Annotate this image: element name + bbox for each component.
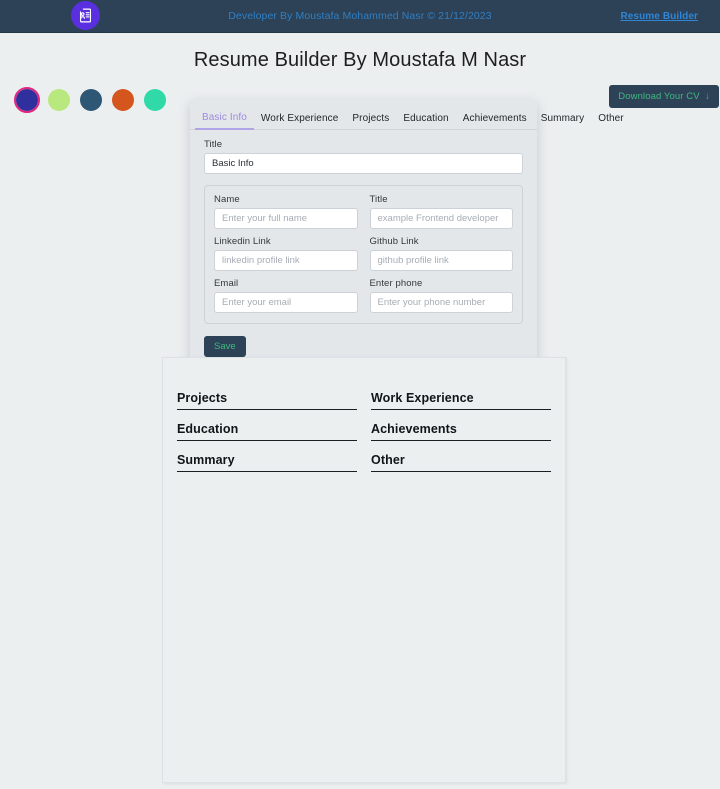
field-input[interactable] [214, 208, 358, 229]
cv-section-other: Other [371, 453, 551, 472]
field-input[interactable] [369, 292, 513, 313]
arrow-down-icon: ↓ [702, 91, 710, 102]
download-cv-button[interactable]: Download Your CV ↓ [609, 85, 719, 108]
page-title: Resume Builder By Moustafa M Nasr [193, 49, 527, 71]
save-button[interactable]: Save [204, 336, 246, 357]
form-tab-bar: Basic Info Work Experience Projects Educati… [190, 99, 624, 130]
field-input[interactable] [214, 250, 358, 271]
field-label: Linkedin Link [214, 236, 271, 247]
theme-swatch-orange[interactable] [112, 89, 134, 111]
basic-info-grid: Name Title Linkedin Link Github Link Email En… [214, 194, 513, 313]
tab-summary[interactable]: Summary [534, 107, 591, 129]
field-input[interactable] [369, 208, 513, 229]
cv-section-work-experience: Work Experience [371, 391, 551, 410]
form-field-github-link: Github Link [369, 236, 513, 271]
field-label: Email [214, 278, 239, 289]
cv-section-achievements: Achievements [371, 422, 551, 441]
download-cv-label: Download Your CV [618, 91, 700, 102]
section-title-input[interactable] [204, 153, 523, 174]
section-title-label: Title [204, 139, 223, 150]
field-input[interactable] [369, 250, 513, 271]
cv-section-summary: Summary [177, 453, 357, 472]
resume-form-panel: Basic Info Work Experience Projects Educati… [190, 99, 624, 371]
cv-preview-card: Projects Work Experience Education Achievem… [162, 357, 566, 783]
tab-other[interactable]: Other [591, 107, 631, 129]
tab-education[interactable]: Education [396, 107, 455, 129]
form-field-email: Email [214, 278, 358, 313]
theme-swatch-steel-blue[interactable] [80, 89, 102, 111]
theme-swatch-mint[interactable] [144, 89, 166, 111]
form-body: Title Name Title Linkedin Link Github Link E… [190, 130, 537, 357]
form-field-enter-phone: Enter phone [369, 278, 513, 313]
field-label: Github Link [369, 236, 419, 247]
navbar-brand-link[interactable]: Resume Builder [620, 11, 698, 22]
theme-swatch-list [14, 87, 166, 113]
field-label: Enter phone [369, 278, 423, 289]
theme-swatch-light-green[interactable] [48, 89, 70, 111]
field-label: Title [369, 194, 388, 205]
cv-section-projects: Projects [177, 391, 357, 410]
theme-swatch-indigo[interactable] [14, 87, 40, 113]
navbar: Developer By Moustafa Mohammed Nasr © 21… [0, 0, 720, 33]
tab-work-experience[interactable]: Work Experience [254, 107, 345, 129]
cv-section-grid: Projects Work Experience Education Achievem… [163, 358, 565, 472]
basic-info-fieldset: Name Title Linkedin Link Github Link Email En… [204, 185, 523, 324]
tab-projects[interactable]: Projects [345, 107, 396, 129]
navbar-credit-text: Developer By Moustafa Mohammed Nasr © 21… [228, 10, 492, 22]
form-field-linkedin-link: Linkedin Link [214, 236, 358, 271]
cv-section-education: Education [177, 422, 357, 441]
form-field-name: Name [214, 194, 358, 229]
tab-basic-info[interactable]: Basic Info [195, 106, 254, 130]
field-input[interactable] [214, 292, 358, 313]
form-field-title: Title [369, 194, 513, 229]
section-title-field: Title [204, 139, 523, 174]
field-label: Name [214, 194, 240, 205]
tab-achievements[interactable]: Achievements [456, 107, 534, 129]
